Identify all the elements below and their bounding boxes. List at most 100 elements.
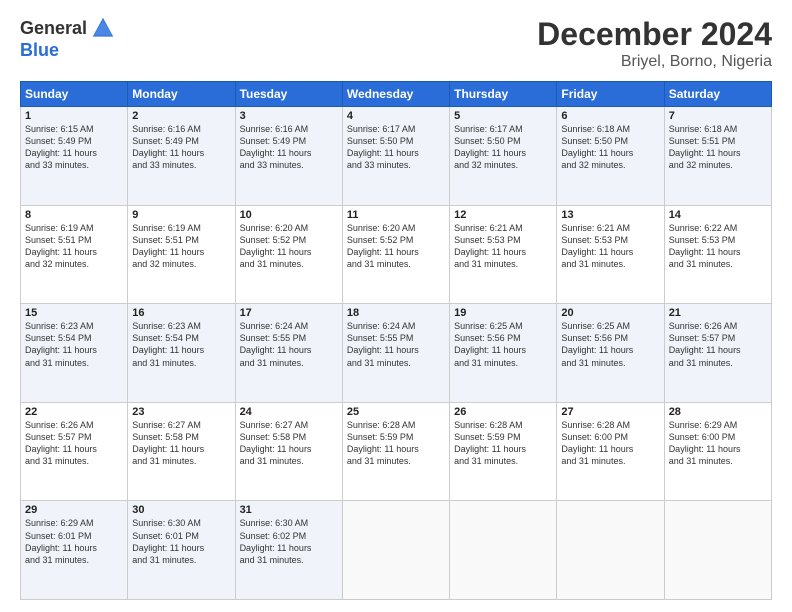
table-row: 24Sunrise: 6:27 AM Sunset: 5:58 PM Dayli… [235,402,342,501]
calendar-week-2: 8Sunrise: 6:19 AM Sunset: 5:51 PM Daylig… [21,205,772,304]
table-row: 14Sunrise: 6:22 AM Sunset: 5:53 PM Dayli… [664,205,771,304]
day-info: Sunrise: 6:29 AM Sunset: 6:01 PM Dayligh… [25,517,123,566]
logo-blue: Blue [20,40,59,60]
day-number: 31 [240,504,338,516]
day-number: 26 [454,406,552,418]
table-row: 3Sunrise: 6:16 AM Sunset: 5:49 PM Daylig… [235,107,342,206]
table-row: 2Sunrise: 6:16 AM Sunset: 5:49 PM Daylig… [128,107,235,206]
table-row: 10Sunrise: 6:20 AM Sunset: 5:52 PM Dayli… [235,205,342,304]
day-number: 27 [561,406,659,418]
day-info: Sunrise: 6:28 AM Sunset: 6:00 PM Dayligh… [561,419,659,468]
table-row: 21Sunrise: 6:26 AM Sunset: 5:57 PM Dayli… [664,304,771,403]
table-row: 12Sunrise: 6:21 AM Sunset: 5:53 PM Dayli… [450,205,557,304]
table-row: 1Sunrise: 6:15 AM Sunset: 5:49 PM Daylig… [21,107,128,206]
day-info: Sunrise: 6:25 AM Sunset: 5:56 PM Dayligh… [561,320,659,369]
table-row: 6Sunrise: 6:18 AM Sunset: 5:50 PM Daylig… [557,107,664,206]
day-info: Sunrise: 6:16 AM Sunset: 5:49 PM Dayligh… [132,123,230,172]
logo-general: General [20,18,87,39]
day-number: 28 [669,406,767,418]
day-info: Sunrise: 6:23 AM Sunset: 5:54 PM Dayligh… [25,320,123,369]
calendar-week-5: 29Sunrise: 6:29 AM Sunset: 6:01 PM Dayli… [21,501,772,600]
logo-icon [91,16,115,40]
calendar-week-4: 22Sunrise: 6:26 AM Sunset: 5:57 PM Dayli… [21,402,772,501]
day-info: Sunrise: 6:27 AM Sunset: 5:58 PM Dayligh… [132,419,230,468]
day-number: 21 [669,307,767,319]
day-number: 6 [561,110,659,122]
day-number: 7 [669,110,767,122]
month-title: December 2024 [537,16,772,53]
col-friday: Friday [557,82,664,107]
table-row: 5Sunrise: 6:17 AM Sunset: 5:50 PM Daylig… [450,107,557,206]
col-sunday: Sunday [21,82,128,107]
table-row: 19Sunrise: 6:25 AM Sunset: 5:56 PM Dayli… [450,304,557,403]
table-row: 28Sunrise: 6:29 AM Sunset: 6:00 PM Dayli… [664,402,771,501]
page: General Blue December 2024 Briyel, Borno… [0,0,792,612]
col-saturday: Saturday [664,82,771,107]
day-number: 5 [454,110,552,122]
day-info: Sunrise: 6:23 AM Sunset: 5:54 PM Dayligh… [132,320,230,369]
table-row [557,501,664,600]
title-block: December 2024 Briyel, Borno, Nigeria [537,16,772,71]
day-number: 20 [561,307,659,319]
day-number: 25 [347,406,445,418]
day-info: Sunrise: 6:19 AM Sunset: 5:51 PM Dayligh… [132,222,230,271]
table-row: 26Sunrise: 6:28 AM Sunset: 5:59 PM Dayli… [450,402,557,501]
table-row: 30Sunrise: 6:30 AM Sunset: 6:01 PM Dayli… [128,501,235,600]
day-info: Sunrise: 6:30 AM Sunset: 6:01 PM Dayligh… [132,517,230,566]
table-row: 9Sunrise: 6:19 AM Sunset: 5:51 PM Daylig… [128,205,235,304]
table-row: 16Sunrise: 6:23 AM Sunset: 5:54 PM Dayli… [128,304,235,403]
calendar-week-1: 1Sunrise: 6:15 AM Sunset: 5:49 PM Daylig… [21,107,772,206]
table-row [342,501,449,600]
calendar-header-row: Sunday Monday Tuesday Wednesday Thursday… [21,82,772,107]
table-row: 22Sunrise: 6:26 AM Sunset: 5:57 PM Dayli… [21,402,128,501]
day-info: Sunrise: 6:27 AM Sunset: 5:58 PM Dayligh… [240,419,338,468]
col-wednesday: Wednesday [342,82,449,107]
header: General Blue December 2024 Briyel, Borno… [20,16,772,71]
day-number: 8 [25,209,123,221]
day-info: Sunrise: 6:21 AM Sunset: 5:53 PM Dayligh… [454,222,552,271]
day-number: 12 [454,209,552,221]
table-row: 4Sunrise: 6:17 AM Sunset: 5:50 PM Daylig… [342,107,449,206]
day-number: 29 [25,504,123,516]
day-info: Sunrise: 6:26 AM Sunset: 5:57 PM Dayligh… [25,419,123,468]
day-info: Sunrise: 6:18 AM Sunset: 5:51 PM Dayligh… [669,123,767,172]
day-number: 16 [132,307,230,319]
table-row: 13Sunrise: 6:21 AM Sunset: 5:53 PM Dayli… [557,205,664,304]
day-info: Sunrise: 6:19 AM Sunset: 5:51 PM Dayligh… [25,222,123,271]
table-row: 15Sunrise: 6:23 AM Sunset: 5:54 PM Dayli… [21,304,128,403]
day-number: 1 [25,110,123,122]
location: Briyel, Borno, Nigeria [537,53,772,71]
table-row: 7Sunrise: 6:18 AM Sunset: 5:51 PM Daylig… [664,107,771,206]
table-row: 31Sunrise: 6:30 AM Sunset: 6:02 PM Dayli… [235,501,342,600]
calendar-week-3: 15Sunrise: 6:23 AM Sunset: 5:54 PM Dayli… [21,304,772,403]
day-info: Sunrise: 6:30 AM Sunset: 6:02 PM Dayligh… [240,517,338,566]
day-number: 22 [25,406,123,418]
day-info: Sunrise: 6:26 AM Sunset: 5:57 PM Dayligh… [669,320,767,369]
day-info: Sunrise: 6:20 AM Sunset: 5:52 PM Dayligh… [347,222,445,271]
table-row: 17Sunrise: 6:24 AM Sunset: 5:55 PM Dayli… [235,304,342,403]
day-info: Sunrise: 6:20 AM Sunset: 5:52 PM Dayligh… [240,222,338,271]
day-number: 15 [25,307,123,319]
day-number: 18 [347,307,445,319]
day-number: 11 [347,209,445,221]
day-number: 4 [347,110,445,122]
day-info: Sunrise: 6:25 AM Sunset: 5:56 PM Dayligh… [454,320,552,369]
day-number: 10 [240,209,338,221]
table-row: 23Sunrise: 6:27 AM Sunset: 5:58 PM Dayli… [128,402,235,501]
day-info: Sunrise: 6:18 AM Sunset: 5:50 PM Dayligh… [561,123,659,172]
table-row [664,501,771,600]
table-row: 18Sunrise: 6:24 AM Sunset: 5:55 PM Dayli… [342,304,449,403]
col-monday: Monday [128,82,235,107]
table-row: 27Sunrise: 6:28 AM Sunset: 6:00 PM Dayli… [557,402,664,501]
table-row: 29Sunrise: 6:29 AM Sunset: 6:01 PM Dayli… [21,501,128,600]
day-info: Sunrise: 6:24 AM Sunset: 5:55 PM Dayligh… [347,320,445,369]
day-number: 2 [132,110,230,122]
day-info: Sunrise: 6:21 AM Sunset: 5:53 PM Dayligh… [561,222,659,271]
calendar-table: Sunday Monday Tuesday Wednesday Thursday… [20,81,772,600]
day-info: Sunrise: 6:15 AM Sunset: 5:49 PM Dayligh… [25,123,123,172]
table-row: 11Sunrise: 6:20 AM Sunset: 5:52 PM Dayli… [342,205,449,304]
day-info: Sunrise: 6:22 AM Sunset: 5:53 PM Dayligh… [669,222,767,271]
table-row: 25Sunrise: 6:28 AM Sunset: 5:59 PM Dayli… [342,402,449,501]
col-thursday: Thursday [450,82,557,107]
day-info: Sunrise: 6:17 AM Sunset: 5:50 PM Dayligh… [454,123,552,172]
